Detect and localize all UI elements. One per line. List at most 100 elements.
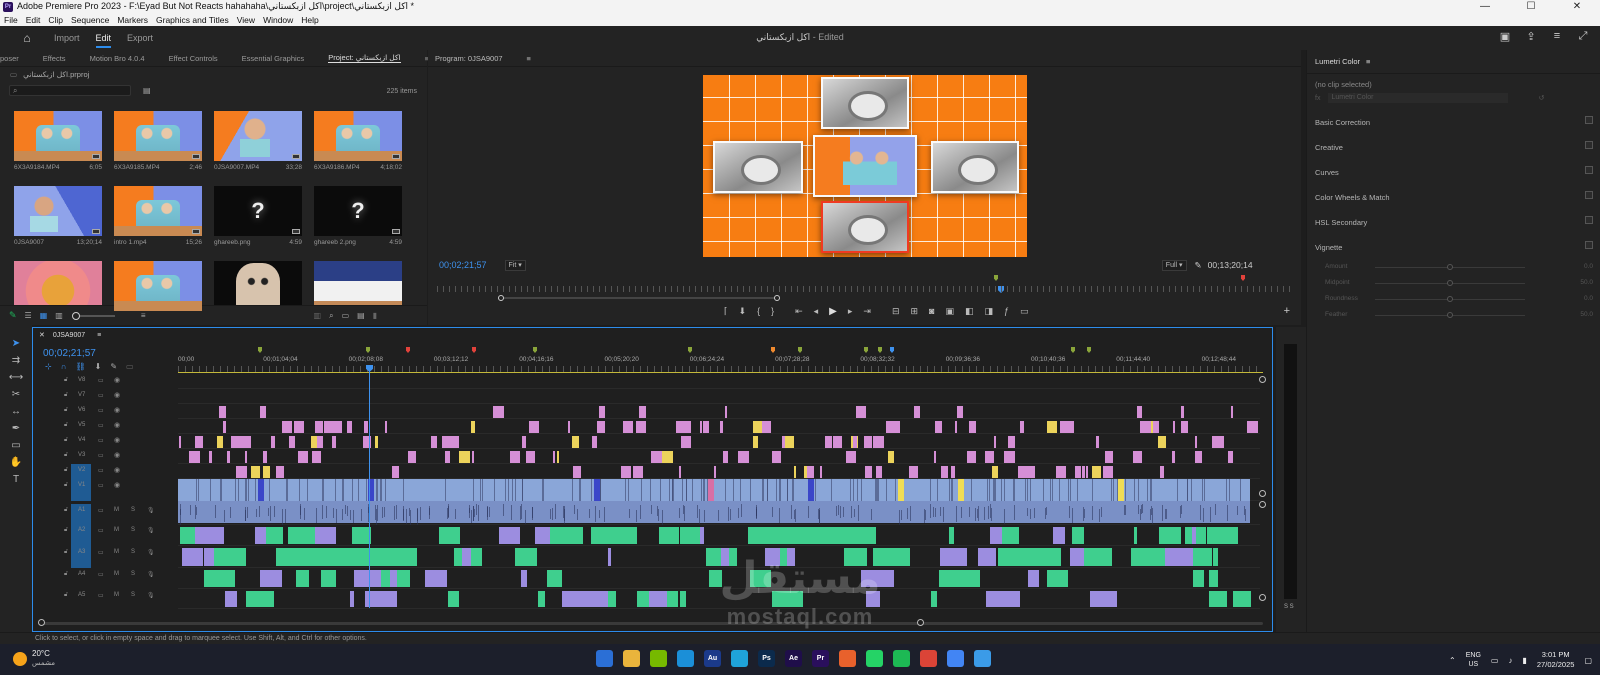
timeline-clip[interactable] (604, 506, 605, 523)
timeline-clip[interactable] (1075, 466, 1081, 478)
microphone-icon[interactable]: 🎙︎ (147, 549, 155, 556)
timeline-clip[interactable] (673, 479, 674, 501)
timeline-clip[interactable] (840, 505, 841, 518)
timeline-clip[interactable] (763, 479, 764, 501)
timeline-clip[interactable] (231, 436, 242, 448)
timeline-clip[interactable] (779, 508, 780, 523)
timeline-clip[interactable] (721, 548, 729, 566)
timeline-clip[interactable] (248, 591, 269, 607)
timeline-clip[interactable] (994, 436, 996, 448)
button-editor-plus-icon[interactable]: + (1284, 305, 1290, 317)
timeline-clip[interactable] (343, 479, 344, 501)
timeline-clip[interactable] (978, 506, 979, 521)
microphone-icon[interactable]: 🎙︎ (147, 507, 155, 514)
timeline-clip[interactable] (321, 570, 336, 587)
timeline-clip[interactable] (196, 506, 197, 516)
timeline-clip[interactable] (511, 505, 512, 521)
video-track-header[interactable]: 🔓︎ V3 ▭ ◉ (33, 449, 178, 464)
timeline-clip[interactable] (574, 504, 575, 515)
close-button[interactable]: ✕ (1554, 0, 1600, 13)
timeline-clip[interactable] (223, 421, 226, 433)
timeline-clip[interactable] (1159, 527, 1181, 544)
timeline-clip[interactable] (522, 479, 523, 501)
timeline-clip[interactable] (753, 436, 758, 448)
timeline-clip[interactable] (326, 505, 327, 518)
timeline-marker[interactable] (472, 347, 476, 353)
timeline-clip[interactable] (1233, 591, 1251, 607)
timeline-clip[interactable] (850, 479, 851, 501)
add-marker-timeline-icon[interactable]: ⬇ (95, 362, 102, 371)
timeline-clip[interactable] (579, 479, 580, 501)
project-item[interactable]: ? ghareeb 2.png 4:59 (314, 186, 402, 248)
taskbar-app-icon[interactable] (893, 650, 910, 667)
quality-select[interactable]: Full ▾ (1161, 259, 1187, 271)
timeline-clip[interactable] (999, 548, 1027, 566)
lumetri-effect-select[interactable]: Lumetri Color (1328, 93, 1509, 103)
timeline-clip[interactable] (466, 548, 471, 566)
timeline-clip[interactable] (1209, 591, 1227, 607)
timeline-clip[interactable] (317, 436, 323, 448)
timeline-clip[interactable] (296, 570, 309, 587)
show-hidden-icon[interactable]: ⌃ (1449, 656, 1456, 665)
timeline-clip[interactable] (692, 479, 693, 501)
timeline-clip[interactable] (247, 507, 248, 518)
taskbar-app-icon[interactable] (731, 650, 748, 667)
timeline-clip[interactable] (1047, 570, 1064, 587)
timeline-clip[interactable] (573, 466, 581, 478)
timeline-marker[interactable] (798, 347, 802, 353)
timeline-clip[interactable] (951, 466, 955, 478)
eye-icon[interactable]: ◉ (114, 451, 120, 459)
timeline-clip[interactable] (298, 451, 308, 463)
timeline-clip[interactable] (553, 451, 555, 463)
timeline-clip[interactable] (354, 570, 381, 587)
timeline-clip[interactable] (592, 436, 597, 448)
timeline-clip[interactable] (375, 436, 378, 448)
timeline-clip[interactable] (876, 466, 882, 478)
timeline-clip[interactable] (679, 507, 680, 519)
monitor-time-ruler[interactable] (437, 286, 1291, 292)
timeline-clip[interactable] (861, 406, 866, 418)
ripple-edit-tool-icon[interactable]: ⟷ (0, 372, 32, 389)
project-item-thumbnail[interactable] (14, 111, 102, 161)
timeline-clip[interactable] (1196, 527, 1199, 544)
timeline-clip[interactable] (520, 505, 521, 521)
timeline-playhead[interactable] (369, 365, 370, 608)
notification-icon[interactable]: ▢ (1584, 656, 1592, 665)
close-sequence-icon[interactable]: ✕ (39, 332, 45, 339)
menu-edit[interactable]: Edit (26, 15, 41, 25)
track-select-tool-icon[interactable]: ⇉ (0, 355, 32, 372)
timeline-clip[interactable] (1138, 479, 1139, 501)
taskbar-app-icon[interactable] (650, 650, 667, 667)
timeline-clip[interactable] (182, 548, 203, 566)
timeline-clip[interactable] (1070, 479, 1071, 501)
timeline-clip[interactable] (1138, 548, 1156, 566)
timeline-clip[interactable] (794, 466, 796, 478)
project-item[interactable]: 6X3A9184.MP4 6;05 (14, 111, 102, 173)
safe-margins-icon[interactable]: ▭ (1020, 306, 1029, 317)
timeline-clip[interactable] (538, 591, 545, 607)
timeline-clip[interactable] (580, 591, 608, 607)
timeline-clip[interactable] (1172, 451, 1175, 463)
timeline-clip[interactable] (258, 479, 264, 501)
timeline-clip[interactable] (594, 479, 600, 501)
project-item[interactable]: 6X3A9185.MP4 2;46 (114, 111, 202, 173)
timeline-clip[interactable] (396, 504, 397, 520)
timeline-clip[interactable] (562, 591, 584, 607)
timeline-clip[interactable] (525, 509, 526, 525)
snap-icon[interactable]: ∩ (61, 362, 67, 371)
timeline-clip[interactable] (1082, 466, 1085, 478)
sequence-menu-icon[interactable]: ≡ (97, 332, 101, 339)
timeline-clip[interactable] (410, 509, 411, 526)
timeline-clip[interactable] (1191, 479, 1192, 501)
timeline-clip[interactable] (1137, 406, 1142, 418)
timeline-clip[interactable] (312, 451, 321, 463)
timeline-clip[interactable] (987, 479, 988, 501)
timeline-clip[interactable] (660, 479, 661, 501)
lumetri-section-checkbox[interactable] (1585, 191, 1593, 199)
video-scroll-bottom-handle[interactable] (1259, 490, 1266, 497)
timeline-clip[interactable] (651, 505, 652, 515)
timeline-clip[interactable] (406, 508, 407, 525)
timeline-clip[interactable] (599, 406, 605, 418)
timeline-clip[interactable] (1050, 479, 1051, 501)
timeline-clip[interactable] (641, 479, 642, 501)
